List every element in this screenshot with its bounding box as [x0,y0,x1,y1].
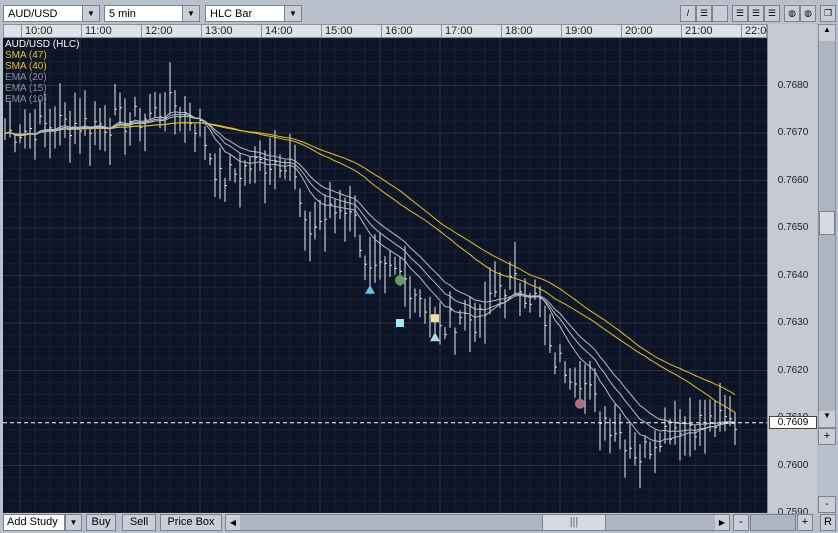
price-label: 0.7600 [777,459,809,471]
chart-type-select[interactable]: HLC Bar ▼ [205,5,302,22]
triangle-marker-icon [430,332,440,342]
triangle-marker-icon [365,284,375,294]
interval-value: 5 min [109,8,136,20]
price-zoom-out-button[interactable]: - [818,496,836,513]
time-label: 10:00 [21,25,53,38]
fib-icon[interactable]: ☰ [732,5,748,22]
time-label: 20:00 [621,25,653,38]
scroll-thumb[interactable]: ||| [542,515,606,530]
chevron-down-icon[interactable]: ▼ [82,6,99,21]
chevron-down-icon[interactable]: ▼ [65,514,82,531]
time-label: 16:00 [381,25,413,38]
scroll-thumb[interactable] [819,211,835,235]
symbol-select[interactable]: AUD/USD ▼ [3,5,100,22]
fill-icon[interactable]: ◍ [800,5,816,22]
trendline-icon[interactable]: / [680,5,696,22]
legend-entry: SMA (40) [5,61,47,72]
circle-marker-icon [575,398,585,409]
time-label: 18:00 [501,25,533,38]
disabled-tool-icon[interactable]: ○ [712,5,728,22]
legend-entry: AUD/USD (HLC) [5,39,80,50]
price-zoom-in-button[interactable]: + [818,428,836,445]
scroll-right-icon[interactable]: ▶ [715,515,729,530]
square-marker-icon [431,314,439,323]
legend-entry: EMA (10) [5,94,47,105]
time-label: 11:00 [81,25,112,38]
time-axis: 10:00 11:00 12:00 13:00 14:00 15:00 16:00 17:00… [3,24,773,38]
vertical-scrollbar[interactable]: ▲ ▼ [818,24,836,428]
circle-marker-icon [395,275,405,286]
scroll-up-icon[interactable]: ▲ [819,25,835,41]
zoom-out-button[interactable]: - [733,514,749,531]
price-label: 0.7640 [777,269,809,281]
zoom-in-button[interactable]: + [797,514,813,531]
time-label: 19:00 [561,25,593,38]
sell-button[interactable]: Sell [122,514,156,531]
symbol-value: AUD/USD [8,8,58,20]
current-price-label: 0.7609 [769,415,817,429]
zoom-slider[interactable] [750,514,796,531]
legend-entry: EMA (20) [5,72,47,83]
square-marker-icon [396,319,404,327]
chevron-down-icon[interactable]: ▼ [182,6,199,21]
chart-svg [3,37,767,514]
legend-entry: SMA (47) [5,50,47,61]
levels-icon[interactable]: ☰ [764,5,780,22]
price-box-button[interactable]: Price Box [160,514,222,531]
price-label: 0.7620 [777,364,809,376]
price-label: 0.7680 [777,79,809,91]
time-label: 14:00 [261,25,293,38]
interval-select[interactable]: 5 min ▼ [104,5,200,22]
legend-entry: EMA (15) [5,83,47,94]
buy-button[interactable]: Buy [86,514,116,531]
scroll-left-icon[interactable]: ◀ [226,515,240,530]
chevron-down-icon[interactable]: ▼ [284,6,301,21]
price-label: 0.7670 [777,127,809,138]
chart-plot[interactable] [3,37,767,514]
time-label: 13:00 [201,25,233,38]
time-label: 12:00 [141,25,173,38]
price-label: 0.7630 [777,317,809,328]
chart-type-value: HLC Bar [210,8,253,20]
scroll-down-icon[interactable]: ▼ [819,411,835,427]
price-label: 0.7660 [777,174,809,186]
color-icon[interactable]: ◍ [784,5,800,22]
horizontal-scrollbar[interactable]: ◀ ||| ▶ [225,514,730,531]
time-label: 21:00 [681,25,713,38]
channel-icon[interactable]: ☰ [748,5,764,22]
price-axis[interactable]: 0.7680 0.7670 0.7660 0.7650 0.7640 0.7630 0.76… [767,24,817,518]
hline-icon[interactable]: ☰ [696,5,712,22]
reset-button[interactable]: R [820,514,836,531]
add-study-button[interactable]: Add Study [3,514,65,531]
price-label: 0.7650 [777,222,809,233]
detach-window-icon[interactable]: ❐ [820,5,836,22]
time-label: 17:00 [441,25,473,38]
time-label: 15:00 [321,25,353,38]
